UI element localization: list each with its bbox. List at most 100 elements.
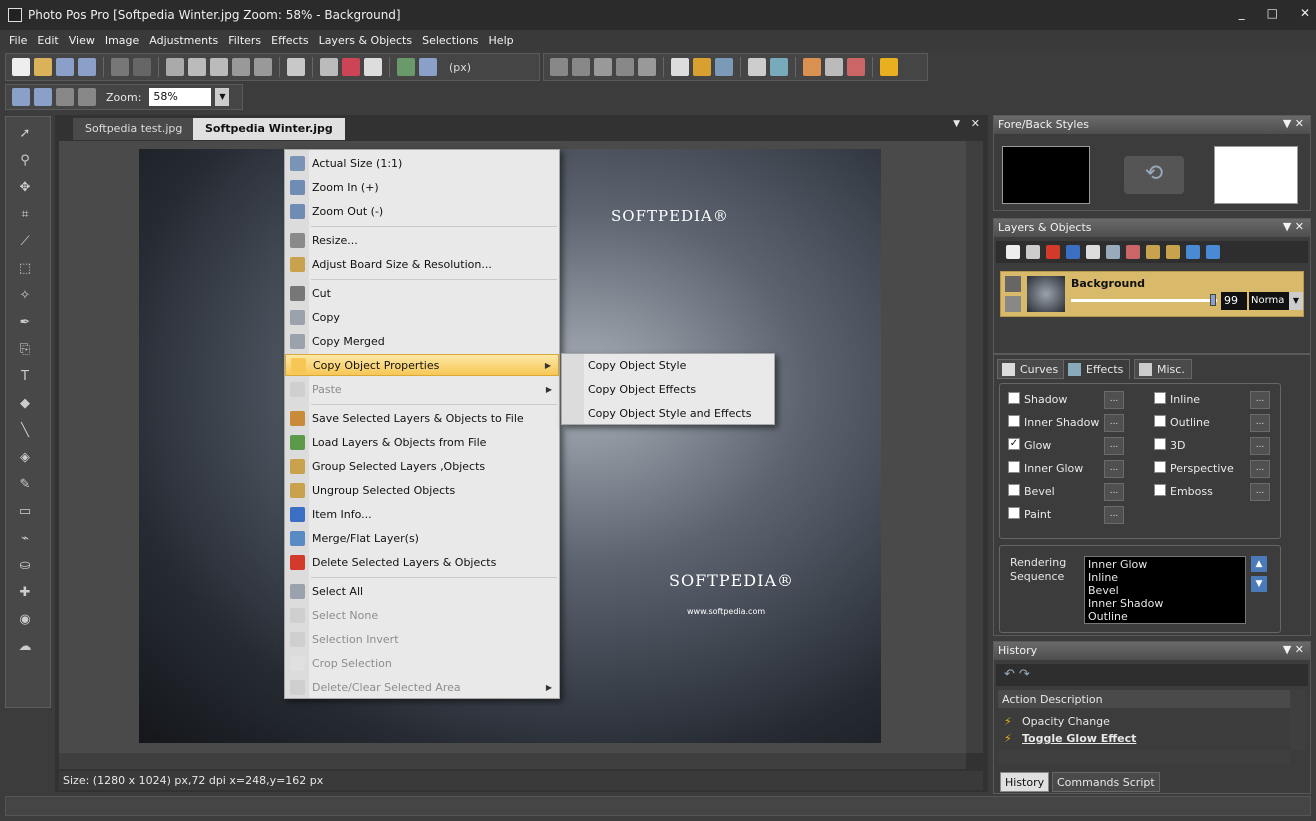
menu-item-paste[interactable]: Paste ▶ (285, 378, 559, 400)
image-icon[interactable] (397, 58, 415, 76)
menu-effects[interactable]: Effects (266, 34, 313, 47)
opacity-slider-thumb[interactable] (1209, 294, 1216, 306)
submenu-copy-style-effects[interactable]: Copy Object Style and Effects (588, 407, 751, 420)
blend-mode-select[interactable]: Norma (1249, 292, 1289, 310)
filter-icon[interactable] (803, 58, 821, 76)
checkbox-inner-shadow[interactable] (1008, 415, 1020, 427)
menu-item-ungroup[interactable]: Ungroup Selected Objects (285, 479, 559, 501)
checkbox-shadow[interactable] (1008, 392, 1020, 404)
checkbox-3d[interactable] (1154, 438, 1166, 450)
blend-dropdown-icon[interactable]: ▼ (1289, 292, 1303, 310)
lightning-icon[interactable] (880, 58, 898, 76)
menu-item-cut[interactable]: Cut (285, 282, 559, 304)
paint-settings-button[interactable]: ... (1104, 506, 1124, 524)
swap-colors-icon[interactable]: ⟲ (1124, 156, 1184, 194)
3d-settings-button[interactable]: ... (1250, 437, 1270, 455)
history-vscrollbar[interactable] (1290, 690, 1306, 750)
measure-icon[interactable] (419, 58, 437, 76)
checkbox-bevel[interactable] (1008, 484, 1020, 496)
preview-icon[interactable] (287, 58, 305, 76)
tab-misc[interactable]: Misc. (1134, 359, 1192, 379)
emboss-settings-button[interactable]: ... (1250, 483, 1270, 501)
panel-close-icon[interactable]: ▼ ✕ (1283, 220, 1304, 233)
history-redo-icon[interactable]: ↷ (1019, 667, 1030, 682)
eraser-tool-icon[interactable]: ▭ (10, 500, 40, 522)
menu-item-select-none[interactable]: Select None (285, 604, 559, 626)
menu-item-zoom-out[interactable]: Zoom Out (-) (285, 200, 559, 222)
paste-new-icon[interactable] (254, 58, 272, 76)
history-item[interactable]: ⚡ Toggle Glow Effect (998, 731, 1290, 748)
photo-filter-icon[interactable] (825, 58, 843, 76)
menu-item-save-layers[interactable]: Save Selected Layers & Objects to File (285, 407, 559, 429)
save-all-icon[interactable] (78, 58, 96, 76)
merge-layers-icon[interactable] (1106, 245, 1120, 259)
inline-settings-button[interactable]: ... (1250, 391, 1270, 409)
doc-menu-icon[interactable]: ▼ (953, 119, 960, 129)
zoom-combo[interactable]: 58% (149, 88, 212, 106)
pen-tool-icon[interactable]: ✒ (10, 311, 40, 333)
canvas-hscrollbar[interactable] (59, 753, 966, 769)
menu-item-zoom-in[interactable]: Zoom In (+) (285, 176, 559, 198)
menu-item-adjust-board[interactable]: Adjust Board Size & Resolution... (285, 253, 559, 275)
panel-close-icon[interactable]: ▼ ✕ (1283, 117, 1304, 130)
sequence-item[interactable]: Inner Shadow (1088, 597, 1242, 610)
menu-filters[interactable]: Filters (223, 34, 266, 47)
copy-icon[interactable] (188, 58, 206, 76)
units-select[interactable]: (px) (449, 61, 471, 74)
menu-item-merge[interactable]: Merge/Flat Layer(s) (285, 527, 559, 549)
grid-icon[interactable] (320, 58, 338, 76)
move-up-icon[interactable] (1206, 245, 1220, 259)
foreground-swatch[interactable] (1002, 146, 1090, 204)
inner-glow-settings-button[interactable]: ... (1104, 460, 1124, 478)
menu-item-crop-selection[interactable]: Crop Selection (285, 652, 559, 674)
menu-item-copy-object-properties[interactable]: Copy Object Properties ▶ (285, 354, 559, 376)
menu-item-group[interactable]: Group Selected Layers ,Objects (285, 455, 559, 477)
layer-row-background[interactable]: Background 99 Norma ▼ (1000, 271, 1304, 317)
menu-item-item-info[interactable]: Item Info... (285, 503, 559, 525)
eye-icon[interactable] (1005, 276, 1021, 292)
smudge-tool-icon[interactable]: ☁ (10, 635, 40, 657)
sequence-item[interactable]: Inner Glow (1088, 558, 1242, 571)
window-icon[interactable] (364, 58, 382, 76)
panel-close-icon[interactable]: ▼ ✕ (1283, 643, 1304, 656)
menu-item-copy-merged[interactable]: Copy Merged (285, 330, 559, 352)
menu-item-delete-clear[interactable]: Delete/Clear Selected Area ▶ (285, 676, 559, 698)
healing-tool-icon[interactable]: ✚ (10, 581, 40, 603)
brush-tool-icon[interactable]: ✎ (10, 473, 40, 495)
checkbox-outline[interactable] (1154, 415, 1166, 427)
blur-icon[interactable] (770, 58, 788, 76)
magic-wand-icon[interactable]: ✧ (10, 284, 40, 306)
pointer-tool-icon[interactable]: ➚ (10, 122, 40, 144)
perspective-icon[interactable] (638, 58, 656, 76)
menu-item-actual-size[interactable]: Actual Size (1:1) (285, 152, 559, 174)
submenu-copy-style[interactable]: Copy Object Style (588, 359, 686, 372)
ungroup-layers-icon[interactable] (1166, 245, 1180, 259)
history-item[interactable]: ⚡ Opacity Change (998, 714, 1290, 731)
open-file-icon[interactable] (34, 58, 52, 76)
checkbox-emboss[interactable] (1154, 484, 1166, 496)
menu-edit[interactable]: Edit (32, 34, 63, 47)
mirror-icon[interactable] (572, 58, 590, 76)
layer-info-icon[interactable] (1066, 245, 1080, 259)
cut-icon[interactable] (166, 58, 184, 76)
new-layer-icon[interactable] (1006, 245, 1020, 259)
tab-softpedia-test[interactable]: Softpedia test.jpg (73, 118, 195, 140)
duplicate-layer-icon[interactable] (1026, 245, 1040, 259)
menu-view[interactable]: View (64, 34, 100, 47)
menu-layers-objects[interactable]: Layers & Objects (314, 34, 418, 47)
sequence-down-icon[interactable]: ▼ (1251, 576, 1267, 592)
tab-history[interactable]: History (1000, 772, 1050, 792)
delete-layer-icon[interactable] (1046, 245, 1060, 259)
sequence-up-icon[interactable]: ▲ (1251, 556, 1267, 572)
levels-icon[interactable] (693, 58, 711, 76)
submenu-copy-effects[interactable]: Copy Object Effects (588, 383, 696, 396)
menu-item-select-all[interactable]: Select All (285, 580, 559, 602)
glow-settings-button[interactable]: ... (1104, 437, 1124, 455)
menu-item-selection-invert[interactable]: Selection Invert (285, 628, 559, 650)
sequence-item[interactable]: Bevel (1088, 584, 1242, 597)
menu-item-copy[interactable]: Copy (285, 306, 559, 328)
perspective-settings-button[interactable]: ... (1250, 460, 1270, 478)
rendering-sequence-list[interactable]: Inner Glow Inline Bevel Inner Shadow Out… (1084, 556, 1246, 624)
save-icon[interactable] (56, 58, 74, 76)
redo-icon[interactable] (133, 58, 151, 76)
